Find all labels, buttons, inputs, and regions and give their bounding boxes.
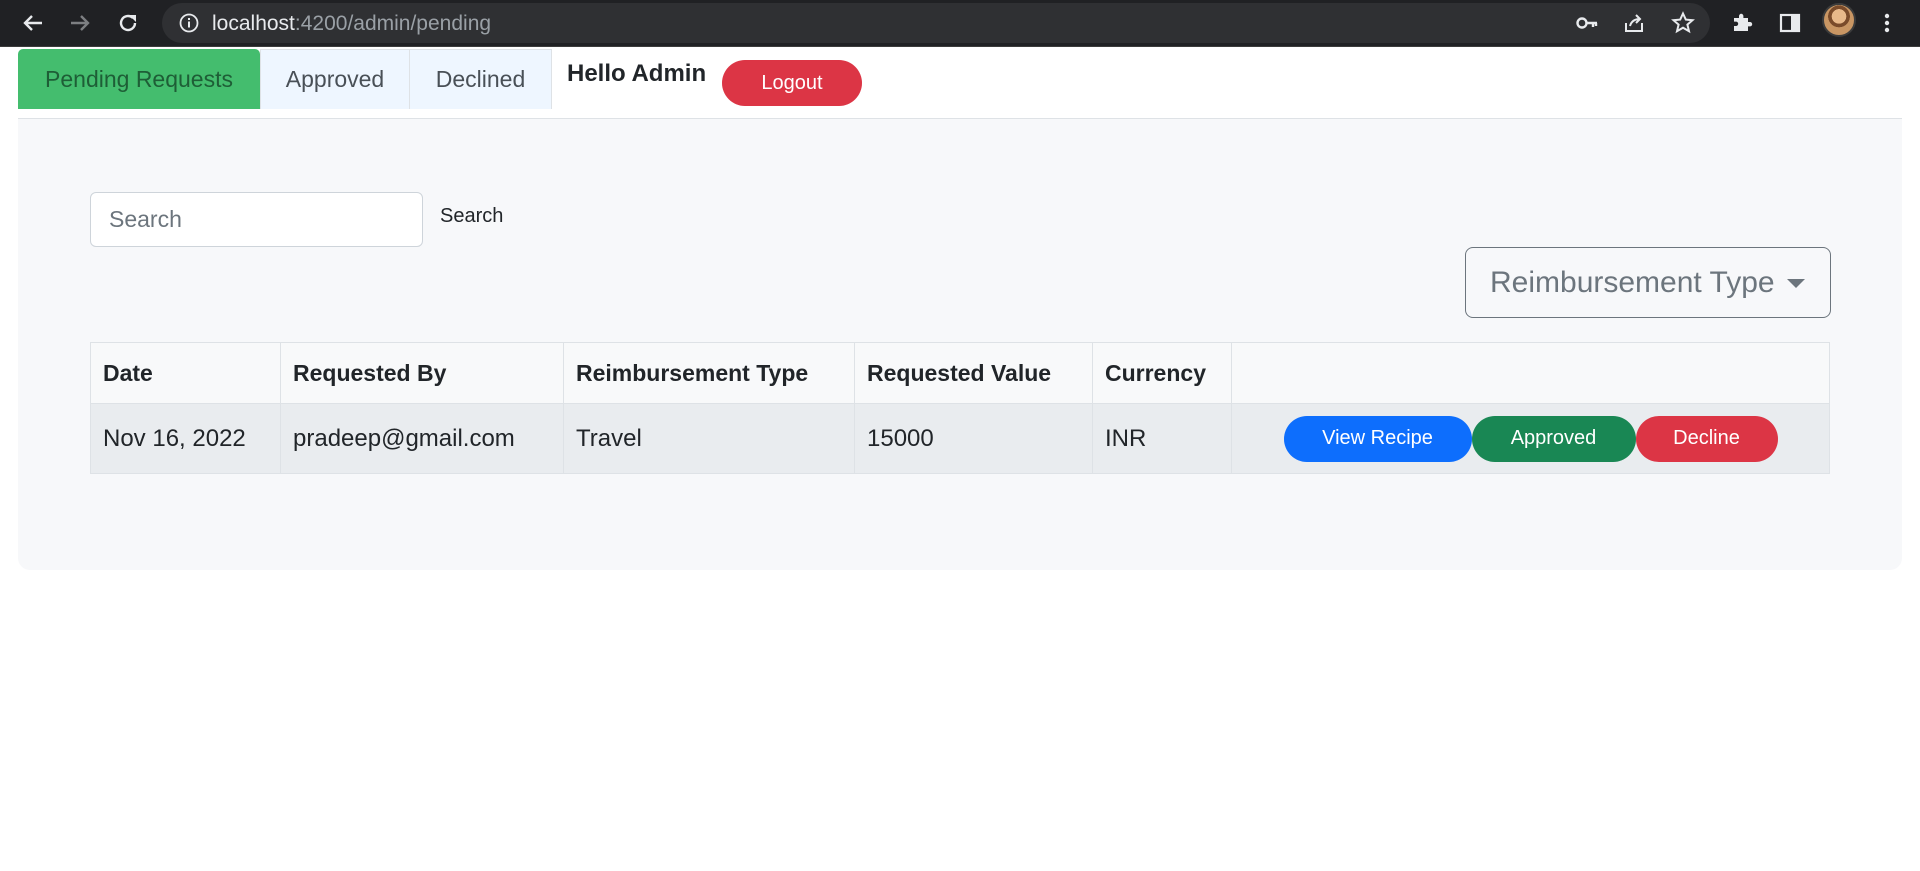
- forward-button[interactable]: [63, 6, 97, 40]
- requests-table: Date Requested By Reimbursement Type Req…: [90, 342, 1830, 474]
- puzzle-icon: [1734, 13, 1753, 31]
- browser-menu-button[interactable]: [1870, 6, 1904, 40]
- search-button[interactable]: Search: [440, 205, 503, 228]
- cell-requested-by: pradeep@gmail.com: [280, 403, 564, 474]
- caret-down-icon: [1787, 279, 1805, 288]
- tab-pending-requests[interactable]: Pending Requests: [18, 49, 260, 109]
- greeting-text: Hello Admin: [567, 60, 707, 87]
- back-button[interactable]: [16, 6, 50, 40]
- browser-toolbar: localhost:4200/admin/pending: [0, 0, 1920, 47]
- url-text: localhost:4200/admin/pending: [212, 12, 492, 35]
- share-button[interactable]: [1617, 6, 1651, 40]
- header-actions: [1231, 342, 1830, 404]
- approve-button[interactable]: Approved: [1471, 415, 1636, 462]
- header-requested-value: Requested Value: [854, 342, 1093, 404]
- extensions-button[interactable]: [1725, 6, 1759, 40]
- back-arrow-icon: [23, 15, 42, 31]
- bookmark-button[interactable]: [1666, 6, 1700, 40]
- cell-actions: View Recipe Approved Decline: [1231, 403, 1830, 474]
- cell-date: Nov 16, 2022: [90, 403, 281, 474]
- side-panel-icon: [1779, 13, 1801, 33]
- decline-button[interactable]: Decline: [1635, 415, 1778, 462]
- reimbursement-type-dropdown[interactable]: Reimbursement Type: [1465, 247, 1831, 318]
- reload-icon: [119, 14, 137, 32]
- more-vert-icon: [1884, 13, 1890, 33]
- share-icon: [1625, 14, 1643, 32]
- logout-button[interactable]: Logout: [722, 60, 862, 106]
- star-icon: [1671, 11, 1695, 34]
- tab-declined[interactable]: Declined: [410, 49, 552, 109]
- cell-currency: INR: [1092, 403, 1232, 474]
- header-currency: Currency: [1092, 342, 1232, 404]
- reload-button[interactable]: [111, 6, 145, 40]
- header-requested-by: Requested By: [280, 342, 564, 404]
- profile-avatar[interactable]: [1822, 3, 1856, 37]
- forward-arrow-icon: [71, 15, 90, 31]
- tab-approved[interactable]: Approved: [260, 49, 410, 109]
- key-icon: [1576, 17, 1598, 29]
- password-key-button[interactable]: [1570, 6, 1604, 40]
- address-bar[interactable]: localhost:4200/admin/pending: [162, 3, 1710, 43]
- search-input[interactable]: [90, 192, 423, 247]
- cell-value: 15000: [854, 403, 1093, 474]
- dropdown-label: Reimbursement Type: [1490, 265, 1775, 299]
- table-header-row: Date Requested By Reimbursement Type Req…: [90, 342, 1830, 404]
- header-date: Date: [90, 342, 281, 404]
- view-recipe-button[interactable]: View Recipe: [1283, 415, 1472, 462]
- header-reimbursement-type: Reimbursement Type: [563, 342, 855, 404]
- side-panel-button[interactable]: [1773, 6, 1807, 40]
- table-row: Nov 16, 2022 pradeep@gmail.com Travel 15…: [90, 403, 1830, 474]
- site-info-icon[interactable]: [178, 12, 200, 34]
- cell-type: Travel: [563, 403, 855, 474]
- status-tabs: Pending Requests Approved Declined: [18, 49, 552, 109]
